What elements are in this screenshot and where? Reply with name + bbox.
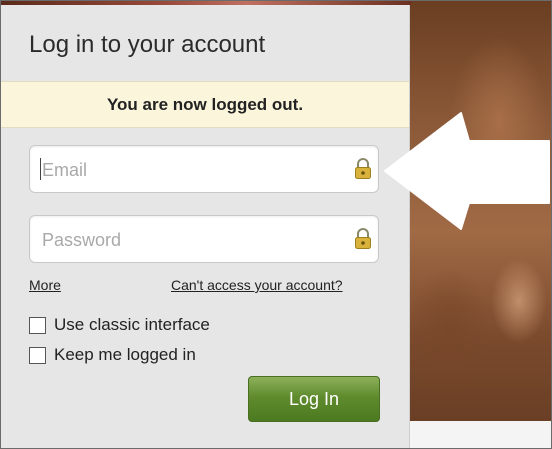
lock-icon — [355, 158, 371, 179]
email-field[interactable] — [29, 145, 379, 193]
cant-access-link[interactable]: Can't access your account? — [171, 277, 343, 293]
classic-interface-checkbox[interactable] — [29, 316, 46, 334]
keep-logged-in-checkbox[interactable] — [29, 346, 46, 364]
classic-interface-label: Use classic interface — [54, 315, 210, 334]
more-link[interactable]: More — [29, 277, 61, 293]
logout-message: You are now logged out. — [106, 95, 304, 114]
arrow-left-icon — [384, 112, 550, 230]
page-title: Log in to your account — [29, 31, 266, 58]
login-button[interactable]: Log In — [248, 376, 380, 422]
keep-logged-in-label: Keep me logged in — [54, 345, 196, 364]
classic-interface-option[interactable]: Use classic interface — [29, 315, 210, 335]
lock-icon — [355, 228, 371, 249]
login-panel: Log in to your account You are now logge… — [1, 5, 410, 448]
email-input[interactable] — [40, 157, 344, 183]
background-footer — [409, 421, 551, 448]
logout-banner: You are now logged out. — [1, 81, 409, 128]
login-window: Log in to your account You are now logge… — [0, 0, 552, 449]
keep-logged-in-option[interactable]: Keep me logged in — [29, 345, 196, 365]
password-field[interactable] — [29, 215, 379, 263]
password-input[interactable] — [40, 227, 344, 253]
